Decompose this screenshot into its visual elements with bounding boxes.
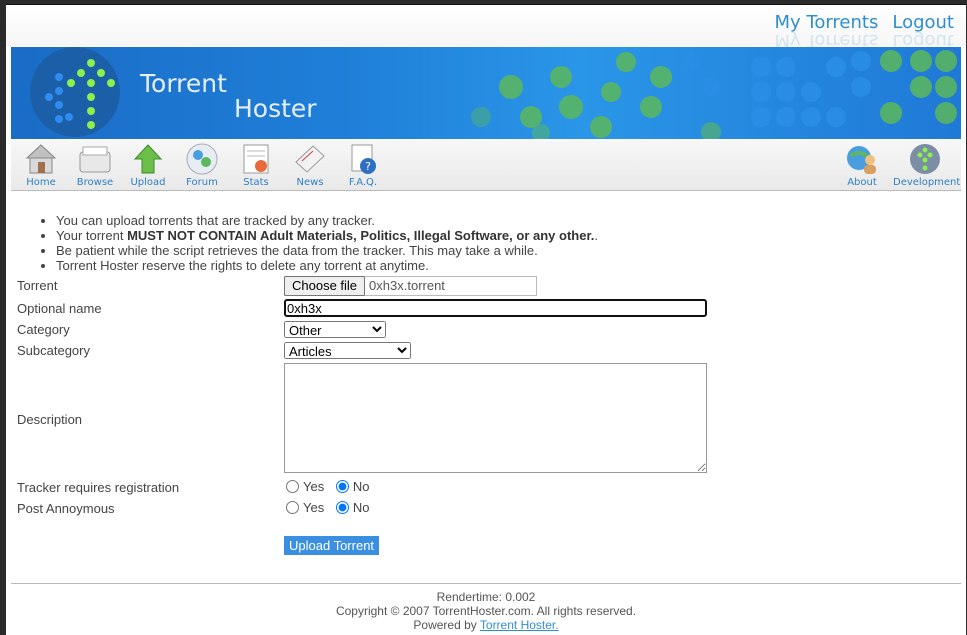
rule-item: Be patient while the script retrieves th… (56, 243, 957, 258)
footer: Rendertime: 0.002 Copyright © 2007 Torre… (11, 583, 961, 632)
post-anonymous-yes[interactable]: Yes (284, 500, 324, 515)
rendertime: Rendertime: 0.002 (436, 590, 536, 604)
rule-item: Torrent Hoster reserve the rights to del… (56, 258, 957, 273)
logo-icon (30, 47, 120, 137)
nav-home-label: Home (26, 177, 56, 188)
optional-name-input[interactable] (284, 299, 707, 317)
description-label: Description (17, 411, 83, 427)
nav-forum-label: Forum (186, 177, 218, 188)
upload-icon (133, 144, 163, 174)
post-anonymous-no[interactable]: No (334, 500, 369, 515)
selected-file-name: 0xh3x.torrent (369, 278, 445, 293)
category-select[interactable]: Other (284, 321, 386, 338)
category-label: Category (17, 322, 70, 337)
subcategory-label: Subcategory (17, 343, 90, 358)
torrent-hoster-link[interactable]: Torrent Hoster. (480, 618, 559, 632)
main-nav: Home Browse Upload Forum Stats News ? F.… (11, 140, 961, 191)
top-bar: My Torrents My Torrents Logout Logout (6, 5, 966, 52)
home-icon (25, 144, 57, 174)
upload-form: Torrent Choose file 0xh3x.torrent Option… (17, 274, 707, 555)
stats-icon (243, 144, 269, 174)
nav-browse[interactable]: Browse (68, 142, 122, 188)
nav-stats-label: Stats (243, 177, 269, 188)
nav-faq-label: F.A.Q. (348, 177, 378, 188)
optional-name-label: Optional name (17, 300, 102, 316)
banner-title-line2: Hoster (234, 94, 317, 123)
browse-icon (79, 146, 111, 173)
about-icon (847, 146, 876, 174)
upload-rules: You can upload torrents that are tracked… (17, 213, 957, 273)
faq-icon: ? (351, 144, 376, 174)
development-icon (910, 144, 940, 174)
subcategory-select[interactable]: Articles (284, 342, 411, 359)
upload-torrent-button[interactable]: Upload Torrent (284, 535, 380, 555)
nav-home[interactable]: Home (14, 142, 68, 188)
nav-browse-label: Browse (76, 177, 114, 188)
nav-development-label: Development (893, 177, 961, 188)
svg-text:?: ? (365, 160, 371, 173)
copyright: Copyright © 2007 TorrentHoster.com. All … (335, 604, 637, 618)
nav-news-label: News (296, 177, 324, 188)
forum-icon (186, 143, 218, 175)
nav-stats[interactable]: Stats (229, 142, 283, 188)
torrent-label: Torrent (17, 278, 58, 293)
nav-development[interactable]: Development (893, 142, 961, 188)
description-textarea[interactable] (284, 362, 707, 473)
top-links: My Torrents My Torrents Logout Logout (774, 13, 954, 52)
post-anonymous-label: Post Annoymous (17, 501, 115, 516)
tracker-registration-no[interactable]: No (334, 479, 369, 494)
tracker-registration-label: Tracker requires registration (17, 480, 180, 495)
site-banner: Torrent Hoster (11, 47, 961, 139)
news-icon (295, 145, 325, 173)
rule-item: You can upload torrents that are tracked… (56, 213, 957, 228)
my-torrents-link[interactable]: My Torrents My Torrents (774, 13, 878, 52)
page: My Torrents My Torrents Logout Logout To… (6, 4, 966, 635)
choose-file-button[interactable]: Choose file (284, 275, 366, 296)
nav-upload[interactable]: Upload (121, 142, 175, 188)
tracker-registration-yes[interactable]: Yes (284, 479, 324, 494)
upload-content: You can upload torrents that are tracked… (17, 213, 957, 555)
powered-by: Powered by Torrent Hoster. (413, 618, 559, 632)
logout-link[interactable]: Logout Logout (892, 13, 954, 52)
nav-upload-label: Upload (130, 177, 166, 188)
nav-news[interactable]: News (283, 142, 337, 188)
nav-about-label: About (847, 177, 877, 188)
torrent-file-input[interactable]: Choose file 0xh3x.torrent (284, 275, 537, 296)
rule-item: Your torrent MUST NOT CONTAIN Adult Mate… (56, 228, 957, 243)
banner-title-line1: Torrent (140, 69, 227, 98)
nav-about[interactable]: About (835, 142, 889, 188)
nav-forum[interactable]: Forum (175, 142, 229, 188)
nav-faq[interactable]: ? F.A.Q. (336, 142, 390, 188)
